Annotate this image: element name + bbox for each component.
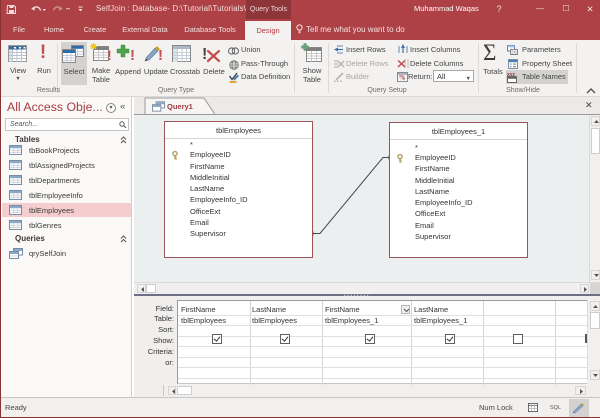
svg-text:!: ! bbox=[202, 46, 207, 63]
svg-text:[?]: [?] bbox=[512, 49, 517, 54]
svg-text:!: ! bbox=[130, 47, 135, 64]
svg-text:!: ! bbox=[107, 47, 112, 63]
svg-text:!: ! bbox=[158, 47, 163, 64]
